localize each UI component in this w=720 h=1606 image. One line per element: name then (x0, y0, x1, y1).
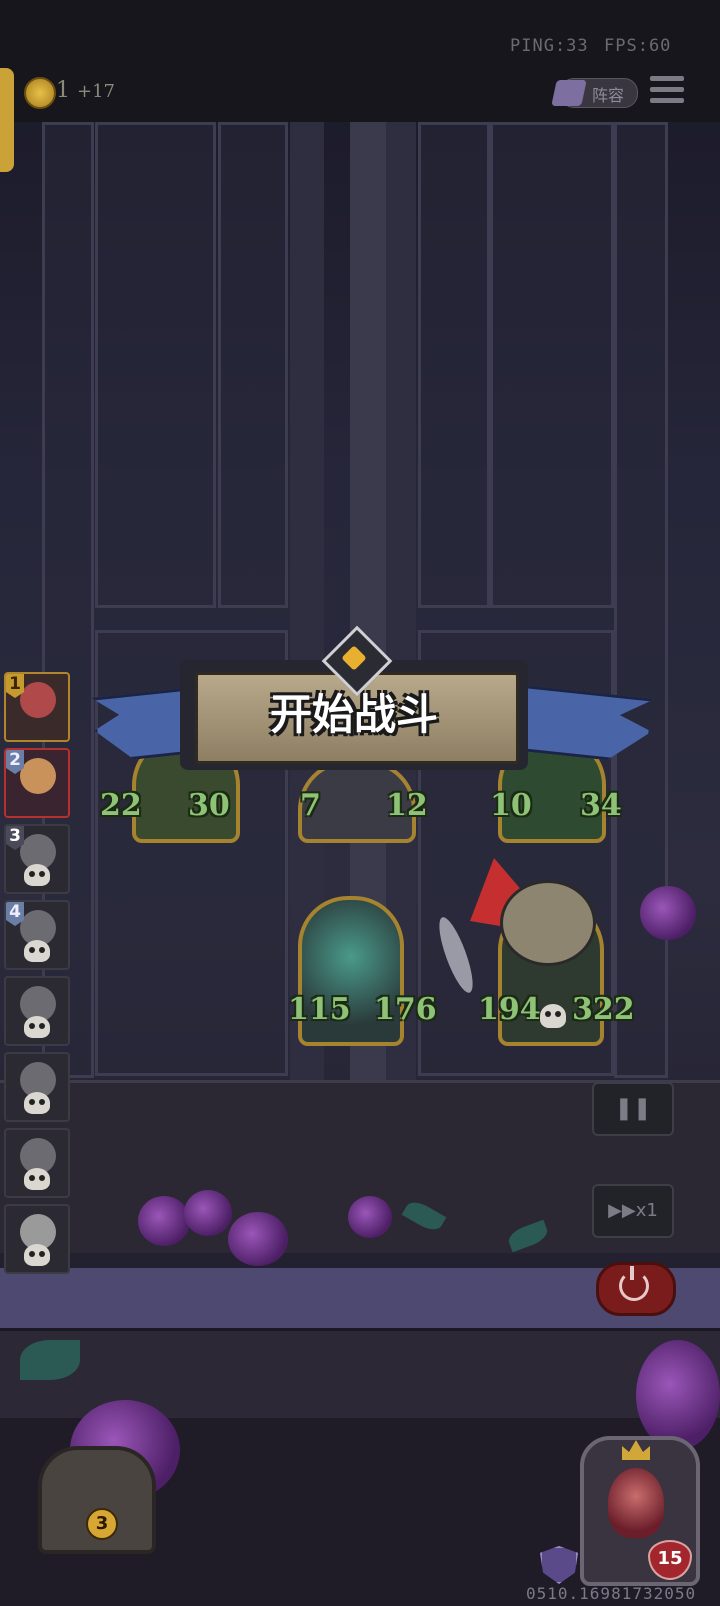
unit-attack: 115 (288, 992, 351, 1027)
crown-coin-icon (24, 77, 56, 109)
gold-income: +17 (77, 81, 115, 102)
speed-button[interactable]: ▶▶x1 (592, 1184, 674, 1238)
book-icon (551, 80, 587, 106)
roster-slot-5[interactable] (4, 976, 70, 1046)
lineup-label: 阵容 (592, 86, 625, 105)
roster-slot-7[interactable] (4, 1128, 70, 1198)
leaf-decoration (20, 1340, 80, 1380)
window-panel-5 (490, 122, 614, 608)
unit-health: 34 (580, 788, 622, 823)
unit-health: 12 (386, 788, 428, 823)
window-panel-2 (95, 122, 216, 608)
ping-readout: PING:33 (510, 36, 589, 56)
roster-portrait (20, 682, 56, 718)
skull-icon (24, 1092, 50, 1114)
fps-readout: FPS:60 (604, 36, 672, 56)
window-panel-4 (418, 122, 490, 608)
rose-decoration (348, 1196, 392, 1238)
roster-slot-3[interactable]: 3 (4, 824, 70, 894)
rose-decoration (228, 1212, 288, 1266)
gold-counter: 1 +17 (56, 78, 115, 103)
roster-slot-2[interactable]: 2 (4, 748, 70, 818)
roster-slot-1[interactable]: 1 (4, 672, 70, 742)
chest-count-badge: 3 (86, 1508, 118, 1540)
rose-decoration (640, 886, 696, 940)
skull-icon (24, 1168, 50, 1190)
hero-portrait (608, 1468, 664, 1538)
pause-button[interactable]: ❚❚ (592, 1082, 674, 1136)
roster-slot-8[interactable] (4, 1204, 70, 1274)
rose-decoration (138, 1196, 190, 1246)
gold-amount: 1 (56, 78, 70, 103)
roster-slot-6[interactable] (4, 1052, 70, 1122)
player-tab[interactable] (0, 68, 14, 172)
plane-body (500, 880, 596, 966)
roster-slot-4[interactable]: 4 (4, 900, 70, 970)
unit-health: 176 (374, 992, 437, 1027)
unit-attack: 22 (100, 788, 142, 823)
unit-health: 30 (188, 788, 230, 823)
roster-portrait (20, 758, 56, 794)
skull-icon (24, 940, 50, 962)
rose-decoration (184, 1190, 232, 1236)
skull-icon (24, 1016, 50, 1038)
version-string: 0510.16981732050 (526, 1584, 697, 1603)
window-panel-3 (218, 122, 288, 608)
skull-icon (24, 864, 50, 886)
skull-icon (24, 1244, 50, 1266)
rose-decoration (636, 1340, 720, 1450)
power-icon (619, 1266, 649, 1301)
menu-icon[interactable] (650, 76, 684, 106)
unit-attack: 10 (490, 788, 532, 823)
unit-health: 322 (572, 992, 635, 1027)
skull-icon (540, 1004, 566, 1028)
unit-attack: 7 (300, 788, 321, 823)
unit-attack: 194 (478, 992, 541, 1027)
